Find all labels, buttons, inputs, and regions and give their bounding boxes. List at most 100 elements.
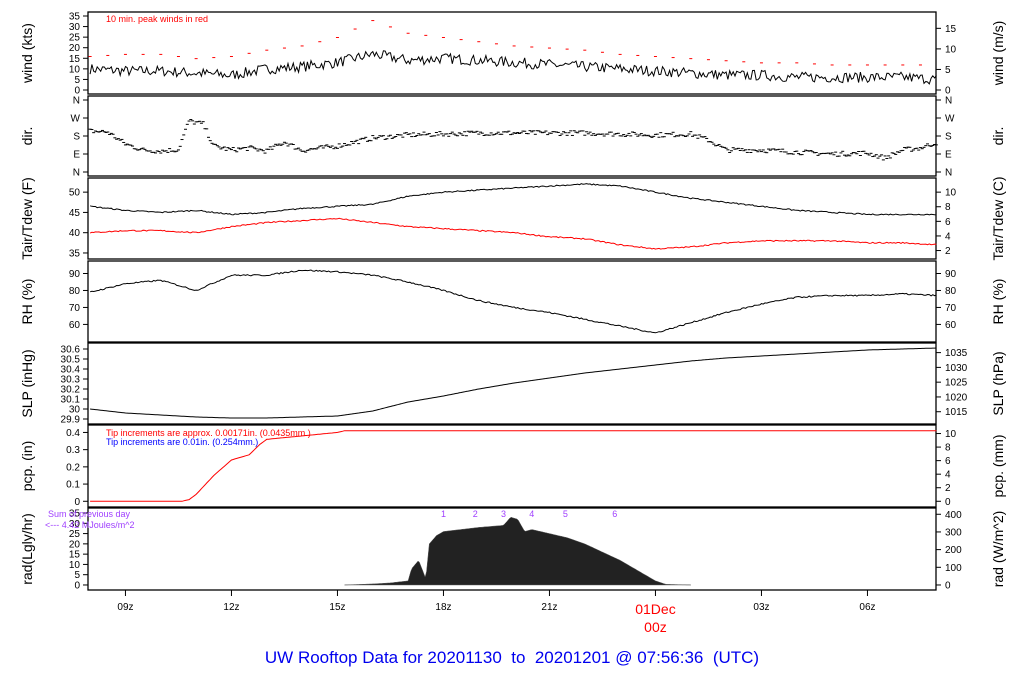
hour-mark: 5 bbox=[563, 509, 568, 519]
ylabel-slp: SLP (inHg) bbox=[19, 349, 35, 417]
ytick-label: 30.2 bbox=[61, 385, 81, 396]
ytick-right-label: N bbox=[945, 168, 952, 179]
ytick-label: 45 bbox=[69, 208, 81, 219]
ytick-label: 40 bbox=[69, 228, 81, 239]
ylabel-right-pcp: pcp. (mm) bbox=[990, 435, 1006, 498]
ytick-right-label: 4 bbox=[945, 470, 951, 481]
ytick-label: 30.5 bbox=[61, 355, 81, 366]
ytick-right-label: 8 bbox=[945, 202, 951, 213]
ytick-right-label: 10 bbox=[945, 429, 957, 440]
xtick-label: 03z bbox=[753, 602, 769, 613]
annotation: 10 min. peak winds in red bbox=[106, 14, 208, 24]
ytick-label: 0.3 bbox=[66, 445, 80, 456]
ytick-label: W bbox=[71, 114, 81, 125]
ytick-right-label: 90 bbox=[945, 269, 957, 280]
ytick-right-label: N bbox=[945, 96, 952, 107]
chart-title: UW Rooftop Data for 20201130 to 20201201… bbox=[264, 648, 760, 667]
xtick-label: 01Dec bbox=[635, 601, 675, 617]
xtick-label: 21z bbox=[541, 602, 557, 613]
ytick-right-label: 8 bbox=[945, 443, 951, 454]
panel-frame-dir bbox=[87, 95, 937, 177]
ytick-label: 35 bbox=[69, 12, 81, 23]
ylabel-right-temp: Tair/Tdew (C) bbox=[990, 176, 1006, 260]
ytick-right-label: 0 bbox=[945, 580, 951, 591]
ytick-label: 50 bbox=[69, 188, 81, 199]
ytick-right-label: 1015 bbox=[945, 407, 968, 418]
ytick-label: 10 bbox=[69, 560, 81, 571]
ytick-label: 20 bbox=[69, 43, 81, 54]
ylabel-right-slp: SLP (hPa) bbox=[990, 351, 1006, 415]
ytick-right-label: 10 bbox=[945, 188, 957, 199]
ytick-right-label: 100 bbox=[945, 563, 962, 574]
series-Tair bbox=[89, 183, 937, 216]
series-radiation bbox=[343, 517, 692, 586]
panel-frame-temp bbox=[87, 177, 937, 260]
ytick-label: 10 bbox=[69, 64, 81, 75]
xtick-label: 06z bbox=[859, 602, 875, 613]
xtick-label-2: 00z bbox=[644, 619, 667, 635]
ytick-right-label: W bbox=[945, 114, 955, 125]
ytick-right-label: 2 bbox=[945, 246, 951, 257]
ytick-label: 0 bbox=[74, 580, 80, 591]
ylabel-right-rad: rad (W/m^2) bbox=[990, 511, 1006, 588]
ytick-right-label: 80 bbox=[945, 286, 957, 297]
xtick-label: 18z bbox=[435, 602, 451, 613]
ytick-label: 90 bbox=[69, 269, 81, 280]
ytick-label: S bbox=[73, 132, 80, 143]
ytick-right-label: 200 bbox=[945, 545, 962, 556]
ytick-label: 0.1 bbox=[66, 480, 80, 491]
ytick-label: 0 bbox=[74, 497, 80, 508]
ylabel-right-rh: RH (%) bbox=[990, 279, 1006, 325]
ytick-label: N bbox=[73, 96, 80, 107]
hour-mark: 6 bbox=[612, 509, 617, 519]
ytick-label: 30.6 bbox=[61, 345, 81, 356]
series-Tdew bbox=[89, 217, 937, 250]
ytick-label: 15 bbox=[69, 54, 81, 65]
ytick-label: 0.2 bbox=[66, 462, 80, 473]
ylabel-rad: rad(Lgly/hr) bbox=[19, 513, 35, 585]
series-wind-speed bbox=[89, 50, 937, 85]
ytick-label: 80 bbox=[69, 286, 81, 297]
ytick-right-label: 1035 bbox=[945, 348, 968, 359]
ylabel-rh: RH (%) bbox=[19, 279, 35, 325]
series-RH bbox=[89, 269, 937, 334]
ylabel-right-dir: dir. bbox=[990, 127, 1006, 146]
ytick-label: 30.1 bbox=[61, 395, 81, 406]
ytick-right-label: E bbox=[945, 150, 952, 161]
ytick-right-label: 300 bbox=[945, 527, 962, 538]
ylabel-pcp: pcp. (in) bbox=[19, 441, 35, 492]
ytick-label: N bbox=[73, 168, 80, 179]
ytick-right-label: 5 bbox=[945, 65, 951, 76]
ytick-label: 30.4 bbox=[61, 365, 81, 376]
ytick-right-label: S bbox=[945, 132, 952, 143]
ytick-right-label: 60 bbox=[945, 320, 957, 331]
series-SLP bbox=[90, 347, 937, 419]
hour-mark: 4 bbox=[529, 509, 534, 519]
ytick-label: 25 bbox=[69, 33, 81, 44]
ytick-right-label: 2 bbox=[945, 483, 951, 494]
ytick-label: 15 bbox=[69, 550, 81, 561]
ytick-right-label: 1020 bbox=[945, 392, 968, 403]
ytick-label: 0.4 bbox=[66, 428, 80, 439]
weather-chart: wind (kts) wind (m/s)05101520253035051015… bbox=[19, 11, 1006, 635]
hour-mark: 2 bbox=[473, 509, 478, 519]
panel-frame-wind bbox=[87, 11, 937, 95]
ytick-label: 60 bbox=[69, 320, 81, 331]
xtick-label: 15z bbox=[329, 602, 345, 613]
ytick-label: 35 bbox=[69, 248, 81, 259]
annotation: Tip increments are 0.01in. (0.254mm.) bbox=[106, 437, 258, 447]
series-wind-direction bbox=[88, 119, 938, 161]
ylabel-right-wind: wind (m/s) bbox=[990, 21, 1006, 87]
ytick-label: 25 bbox=[69, 529, 81, 540]
ylabel-dir: dir. bbox=[19, 127, 35, 146]
hour-mark: 1 bbox=[441, 509, 446, 519]
ytick-right-label: 400 bbox=[945, 510, 962, 521]
ytick-label: 29.9 bbox=[61, 415, 81, 426]
ytick-right-label: 6 bbox=[945, 217, 951, 228]
ytick-label: 20 bbox=[69, 539, 81, 550]
ytick-label: 5 bbox=[74, 75, 80, 86]
ytick-right-label: 6 bbox=[945, 456, 951, 467]
ytick-right-label: 15 bbox=[945, 24, 957, 35]
ytick-label: 70 bbox=[69, 303, 81, 314]
ytick-label: 5 bbox=[74, 570, 80, 581]
